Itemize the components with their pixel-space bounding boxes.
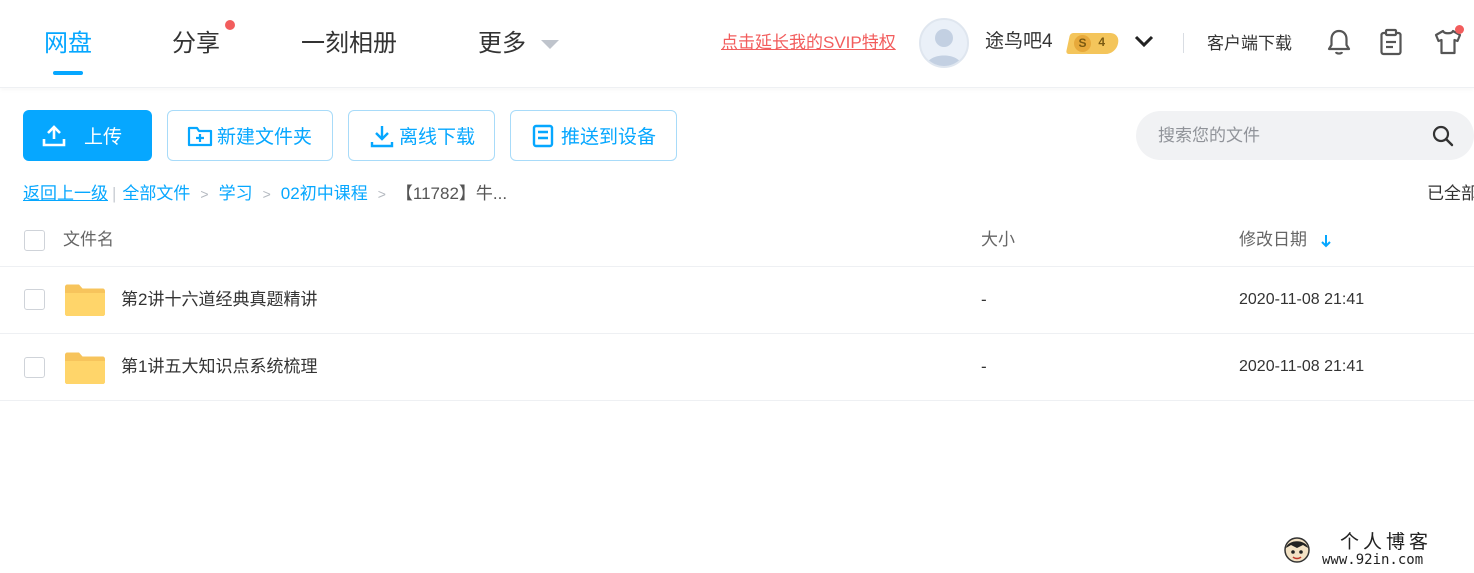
- share-notification-dot: [225, 20, 235, 30]
- svip-s-icon: S: [1074, 35, 1091, 52]
- clipboard-icon[interactable]: [1379, 28, 1403, 56]
- select-all-checkbox[interactable]: [24, 230, 45, 251]
- breadcrumb-item-course[interactable]: 02初中课程: [281, 182, 368, 206]
- avatar[interactable]: [919, 18, 969, 68]
- vip-level-number: 4: [1098, 35, 1106, 49]
- breadcrumb-chevron-icon: >: [262, 186, 271, 202]
- breadcrumb: 返回上一级 | 全部文件 > 学习 > 02初中课程 > 【11782】牛...: [23, 182, 507, 206]
- bell-icon[interactable]: [1326, 28, 1352, 56]
- upload-icon: [42, 124, 66, 146]
- column-header-name[interactable]: 文件名: [63, 228, 114, 252]
- breadcrumb-divider: |: [112, 184, 117, 203]
- push-to-device-label: 推送到设备: [561, 127, 657, 148]
- breadcrumb-chevron-icon: >: [200, 186, 209, 202]
- new-folder-button[interactable]: 新建文件夹: [167, 110, 333, 161]
- file-date: 2020-11-08 21:41: [1239, 358, 1365, 375]
- table-row[interactable]: 第1讲五大知识点系统梳理 - 2020-11-08 21:41: [0, 334, 1474, 400]
- load-status: 已全部: [1427, 184, 1474, 203]
- sort-arrow-down-icon[interactable]: [1320, 234, 1332, 248]
- breadcrumb-chevron-icon: >: [377, 186, 386, 202]
- search-input[interactable]: [1158, 123, 1418, 148]
- offline-download-button[interactable]: 离线下载: [348, 110, 495, 161]
- nav-divider: [1183, 33, 1184, 53]
- file-size: -: [981, 290, 987, 309]
- file-size: -: [981, 357, 987, 376]
- watermark-url: www.92in.com: [1322, 552, 1424, 568]
- user-avatar-icon: [926, 29, 962, 66]
- search-box: [1136, 111, 1474, 160]
- push-to-device-button[interactable]: 推送到设备: [510, 110, 677, 161]
- username[interactable]: 途鸟吧4: [985, 30, 1053, 54]
- column-header-date-label: 修改日期: [1239, 230, 1307, 249]
- more-caret-icon[interactable]: [541, 40, 559, 49]
- file-name[interactable]: 第2讲十六道经典真题精讲: [121, 288, 317, 312]
- svip-renew-link[interactable]: 点击延长我的SVIP特权: [721, 32, 896, 54]
- tab-more[interactable]: 更多: [478, 26, 526, 62]
- folder-icon: [65, 352, 105, 384]
- offline-download-label: 离线下载: [399, 127, 476, 148]
- chevron-down-icon[interactable]: [1134, 34, 1154, 48]
- vip-level-badge: S 4: [1065, 33, 1121, 54]
- row-checkbox[interactable]: [24, 289, 45, 310]
- skin-notification-dot: [1455, 25, 1464, 34]
- table-divider: [0, 400, 1474, 401]
- upload-label: 上传: [84, 127, 123, 148]
- device-icon: [532, 124, 554, 147]
- tab-netdisk[interactable]: 网盘: [44, 26, 92, 62]
- breadcrumb-current: 【11782】牛...: [395, 184, 508, 203]
- download-icon: [370, 125, 394, 147]
- file-date: 2020-11-08 21:41: [1239, 291, 1365, 308]
- active-tab-indicator: [53, 71, 83, 75]
- file-name[interactable]: 第1讲五大知识点系统梳理: [121, 355, 317, 379]
- row-checkbox[interactable]: [24, 357, 45, 378]
- search-icon[interactable]: [1432, 125, 1454, 147]
- top-nav: 网盘 分享 一刻相册 更多 点击延长我的SVIP特权 途鸟吧4 S 4 客户端下…: [0, 0, 1474, 88]
- column-header-date[interactable]: 修改日期: [1239, 228, 1332, 252]
- table-row[interactable]: 第2讲十六道经典真题精讲 - 2020-11-08 21:41: [0, 267, 1474, 333]
- tab-album[interactable]: 一刻相册: [301, 26, 397, 62]
- tab-share[interactable]: 分享: [172, 26, 220, 62]
- upload-button[interactable]: 上传: [23, 110, 152, 161]
- column-header-size[interactable]: 大小: [981, 228, 1015, 252]
- watermark-logo-icon: [1284, 537, 1310, 563]
- breadcrumb-item-all-files[interactable]: 全部文件: [122, 182, 190, 206]
- new-folder-label: 新建文件夹: [217, 127, 313, 148]
- folder-icon: [65, 284, 105, 316]
- new-folder-icon: [187, 126, 213, 146]
- breadcrumb-item-study[interactable]: 学习: [219, 182, 253, 206]
- back-link[interactable]: 返回上一级: [23, 182, 108, 206]
- client-download-link[interactable]: 客户端下载: [1207, 33, 1292, 55]
- watermark-title: 个人博客: [1340, 531, 1433, 553]
